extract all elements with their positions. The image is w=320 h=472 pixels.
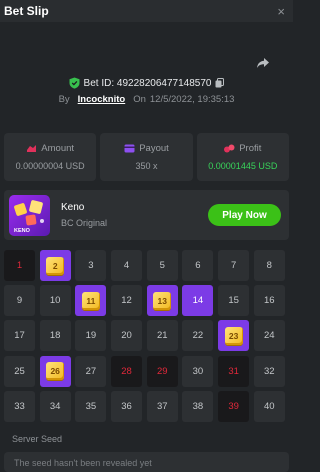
profit-label: Profit: [239, 143, 262, 154]
keno-cell: 12: [111, 285, 143, 317]
game-subtitle: BC Original: [61, 218, 108, 228]
keno-cell: 1: [4, 250, 35, 281]
keno-cell: 13: [146, 285, 178, 317]
bet-id-row: Bet ID: 49228206477148570: [0, 77, 293, 89]
keno-thumb-text: KENO: [14, 228, 31, 234]
keno-cell: 20: [111, 320, 143, 352]
amount-stat: Amount 0.00000004 USD: [4, 133, 97, 181]
amount-value: 0.00000004 USD: [15, 161, 85, 171]
server-seed-label: Server Seed: [12, 434, 63, 444]
keno-cell: 34: [39, 390, 71, 422]
profit-icon: [224, 144, 235, 153]
server-seed-field: The seed hasn't been revealed yet: [4, 452, 289, 472]
bet-byline: By Incocknito On 12/5/2022, 19:35:13: [0, 94, 293, 105]
gem-tile-icon: 13: [153, 291, 172, 310]
keno-cell: 33: [4, 390, 35, 422]
keno-cell: 6: [182, 250, 214, 281]
keno-cell: 38: [182, 390, 214, 422]
keno-cell: 35: [75, 390, 107, 422]
keno-cell: 11: [75, 285, 107, 317]
gem-tile-icon: 11: [81, 291, 100, 310]
on-label: On: [133, 94, 146, 105]
amount-label: Amount: [41, 143, 75, 154]
keno-cell: 29: [146, 355, 178, 387]
profit-stat: Profit 0.00001445 USD: [196, 133, 289, 181]
keno-cell: 18: [39, 320, 71, 352]
bet-id: Bet ID: 49228206477148570: [83, 77, 212, 89]
game-card: KENO Keno BC Original Play Now: [4, 190, 289, 240]
profit-value: 0.00001445 USD: [208, 161, 278, 171]
keno-cell: 30: [182, 355, 214, 387]
keno-cell: 15: [218, 285, 250, 317]
keno-cell: 37: [146, 390, 178, 422]
header-bar: Bet Slip ×: [0, 0, 293, 22]
keno-cell: 8: [253, 250, 285, 281]
payout-label: Payout: [139, 143, 169, 154]
keno-cell: 4: [111, 250, 143, 281]
keno-cell: 36: [111, 390, 143, 422]
bet-date: 12/5/2022, 19:35:13: [149, 94, 235, 105]
verified-shield-icon: [69, 77, 80, 89]
keno-cell: 22: [182, 320, 214, 352]
keno-thumbnail: KENO: [9, 195, 50, 236]
keno-cell: 24: [253, 320, 285, 352]
keno-cell: 10: [39, 285, 71, 317]
close-icon[interactable]: ×: [277, 4, 285, 19]
keno-cell: 31: [218, 355, 250, 387]
keno-cell: 17: [4, 320, 35, 352]
share-icon[interactable]: [256, 56, 270, 70]
keno-cell: 7: [218, 250, 250, 281]
keno-cell: 40: [253, 390, 285, 422]
keno-cell: 26: [39, 355, 71, 387]
keno-cell: 27: [75, 355, 107, 387]
keno-number-grid: 1 2 3 4 5 6 7 8 9 10 11 12 13 14 15 16 17 18 19 20 21 22 23 24 2…: [4, 250, 285, 422]
payout-value: 350 x: [135, 161, 158, 171]
keno-cell: 16: [253, 285, 285, 317]
keno-cell: 3: [75, 250, 107, 281]
gem-tile-icon: 2: [46, 256, 65, 275]
keno-cell: 9: [4, 285, 35, 317]
gem-tile-icon: 23: [224, 326, 243, 345]
page-title: Bet Slip: [4, 4, 49, 18]
amount-icon: [27, 145, 37, 152]
bet-stats: Amount 0.00000004 USD Payout 350 x Profi…: [4, 133, 289, 181]
payout-stat: Payout 350 x: [100, 133, 193, 181]
keno-cell: 19: [75, 320, 107, 352]
game-name: Keno: [61, 202, 85, 213]
by-label: By: [58, 94, 70, 105]
gem-tile-icon: 26: [46, 362, 65, 381]
play-now-button[interactable]: Play Now: [208, 204, 281, 226]
keno-cell: 39: [218, 390, 250, 422]
keno-cell: 32: [253, 355, 285, 387]
keno-cell: 5: [146, 250, 178, 281]
payout-icon: [124, 144, 135, 153]
keno-cell: 2: [39, 250, 71, 281]
keno-cell: 21: [146, 320, 178, 352]
keno-cell: 14: [182, 285, 214, 317]
keno-cell: 28: [111, 355, 143, 387]
keno-cell: 23: [218, 320, 250, 352]
keno-cell: 25: [4, 355, 35, 387]
copy-icon[interactable]: [215, 78, 225, 88]
keno-logo-icon: KENO: [14, 200, 44, 234]
username-link[interactable]: Incocknito: [78, 94, 126, 105]
